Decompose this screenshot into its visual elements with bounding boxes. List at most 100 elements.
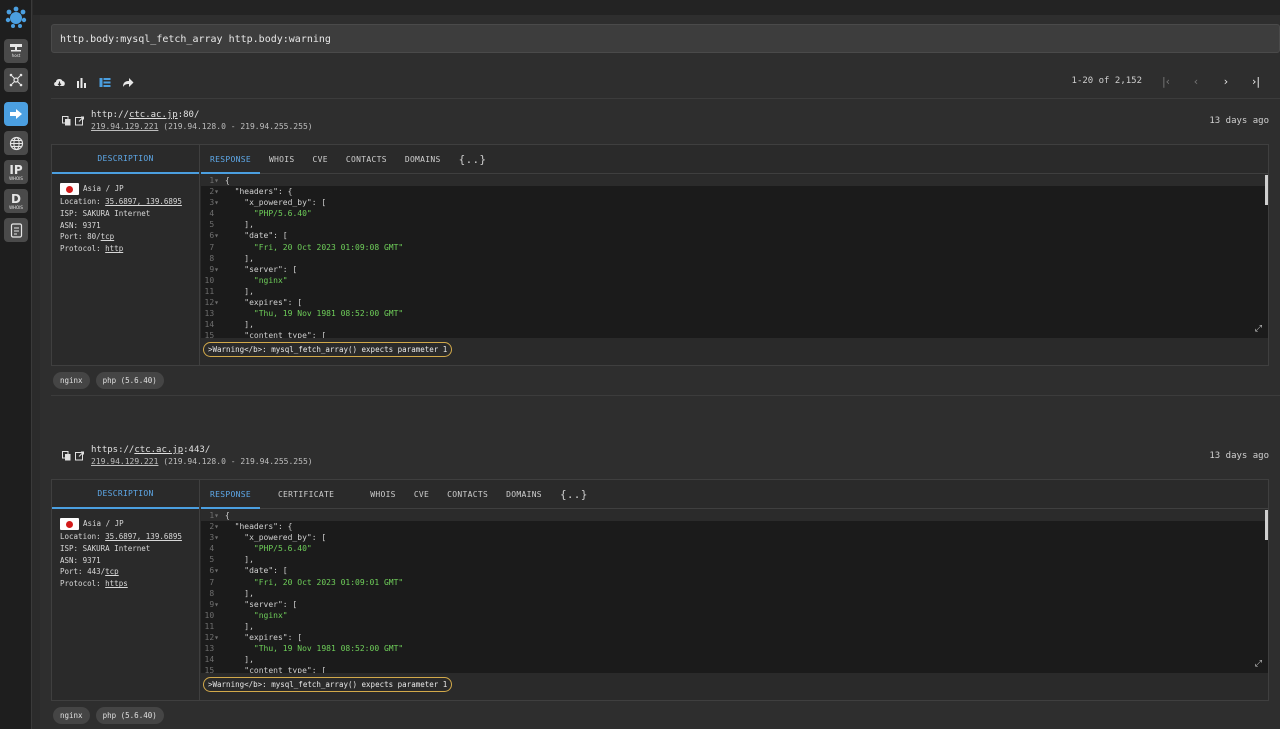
tab-domains[interactable]: DOMAINS — [497, 480, 551, 509]
line-number: 11 — [204, 621, 219, 631]
tab-raw-json[interactable]: {..} — [450, 145, 496, 174]
url-port: :443/ — [183, 445, 211, 455]
result-url[interactable]: https://ctc.ac.jp:443/ — [91, 445, 210, 455]
location-link[interactable]: 35.6897, 139.6895 — [105, 532, 182, 541]
code-line: 11 ], — [201, 286, 1268, 297]
download-cloud-icon[interactable] — [52, 75, 66, 89]
code-line: 3▾ "x_powered_by": [ — [201, 197, 1268, 208]
code-text: "expires": [ — [225, 298, 303, 308]
expand-icon[interactable]: ⤢ — [1255, 659, 1262, 670]
ip-link[interactable]: 219.94.129.221 — [91, 457, 158, 466]
list-view-icon[interactable] — [98, 75, 112, 89]
pagination: 1-20 of 2,152 |‹ ‹ › ›| — [1072, 75, 1262, 88]
code-text: "headers": { — [225, 187, 293, 197]
tab-contacts[interactable]: CONTACTS — [337, 145, 396, 174]
sidebar-item-host[interactable]: host — [4, 39, 28, 63]
location-link[interactable]: 35.6897, 139.6895 — [105, 197, 182, 206]
divider — [51, 98, 1280, 99]
copy-icon[interactable] — [62, 116, 71, 126]
code-text: ], — [225, 588, 254, 598]
code-line: 15 "content_type": [ — [201, 330, 1268, 338]
tech-chip[interactable]: php (5.6.40) — [95, 372, 164, 389]
tech-chip[interactable]: nginx — [53, 372, 90, 389]
prev-page-icon[interactable]: ‹ — [1190, 75, 1202, 88]
line-number: 14 — [204, 320, 219, 330]
code-scrollbar[interactable] — [1265, 510, 1268, 540]
tab-cve[interactable]: CVE — [304, 145, 337, 174]
sidebar-item-redirect[interactable] — [4, 102, 28, 126]
tab-whois[interactable]: WHOIS — [361, 480, 405, 509]
port-proto-link[interactable]: tcp — [105, 567, 119, 576]
description-body: Asia / JP Location: 35.6897, 139.6895 IS… — [52, 509, 199, 599]
code-text: "nginx" — [253, 610, 288, 620]
line-number: 3▾ — [209, 533, 219, 543]
results-toolbar — [52, 74, 135, 90]
code-text: "server": [ — [225, 264, 298, 274]
protocol-link[interactable]: http — [105, 244, 123, 253]
code-line: 3▾ "x_powered_by": [ — [201, 532, 1268, 543]
code-line: 13 "Thu, 19 Nov 1981 08:52:00 GMT" — [201, 308, 1268, 319]
tab-response[interactable]: RESPONSE — [201, 480, 260, 509]
code-line: 12▾ "expires": [ — [201, 297, 1268, 308]
tab-whois[interactable]: WHOIS — [260, 145, 304, 174]
search-input[interactable]: http.body:mysql_fetch_array http.body:wa… — [51, 24, 1280, 53]
result-header: https://ctc.ac.jp:443/ 219.94.129.221 (2… — [51, 437, 1269, 479]
code-text: "Fri, 20 Oct 2023 01:09:01 GMT" — [253, 577, 404, 587]
match-highlight: >Warning</b>: mysql_fetch_array() expect… — [203, 677, 453, 692]
tech-chip[interactable]: php (5.6.40) — [95, 707, 164, 724]
sidebar-item-globe[interactable] — [4, 131, 28, 155]
top-strip — [33, 0, 1280, 15]
code-line: 6▾ "date": [ — [201, 565, 1268, 576]
tab-response[interactable]: RESPONSE — [201, 145, 260, 174]
tech-chip[interactable]: nginx — [53, 707, 90, 724]
expand-icon[interactable]: ⤢ — [1255, 324, 1262, 335]
tab-contacts[interactable]: CONTACTS — [438, 480, 497, 509]
external-link-icon[interactable] — [75, 451, 84, 461]
tab-description[interactable]: DESCRIPTION — [52, 145, 199, 174]
code-text: "server": [ — [225, 599, 298, 609]
first-page-icon[interactable]: |‹ — [1160, 75, 1172, 88]
code-line: 10 "nginx" — [201, 275, 1268, 286]
code-line: 4 "PHP/5.6.40" — [201, 208, 1268, 219]
sidebar-item-report[interactable] — [4, 218, 28, 242]
url-host[interactable]: ctc.ac.jp — [134, 445, 183, 455]
code-line: 14 ], — [201, 319, 1268, 330]
external-link-icon[interactable] — [75, 116, 84, 126]
logo-icon[interactable] — [4, 6, 28, 28]
sidebar-item-network[interactable] — [4, 68, 28, 92]
port-proto-link[interactable]: tcp — [101, 232, 115, 241]
tab-certificate[interactable]: CERTIFICATE — [260, 480, 361, 509]
last-page-icon[interactable]: ›| — [1250, 75, 1262, 88]
tab-domains[interactable]: DOMAINS — [396, 145, 450, 174]
line-number: 3▾ — [209, 198, 219, 208]
ip-link[interactable]: 219.94.129.221 — [91, 122, 158, 131]
copy-icon[interactable] — [62, 451, 71, 461]
port-row: Port: 80/tcp — [60, 231, 191, 243]
code-line: 15 "content_type": [ — [201, 665, 1268, 673]
bar-chart-icon[interactable] — [75, 75, 89, 89]
line-number: 7 — [209, 577, 219, 587]
code-scrollbar[interactable] — [1265, 175, 1268, 205]
code-text: ], — [225, 555, 254, 565]
protocol-link[interactable]: https — [105, 579, 128, 588]
url-host[interactable]: ctc.ac.jp — [129, 110, 178, 120]
sidebar: host IP WHOIS D WHOIS — [0, 0, 32, 729]
line-number: 15 — [204, 331, 219, 338]
code-text: "nginx" — [253, 275, 288, 285]
tab-description[interactable]: DESCRIPTION — [52, 480, 199, 509]
next-page-icon[interactable]: › — [1220, 75, 1232, 88]
code-text: ], — [225, 320, 254, 330]
url-scheme: https:// — [91, 445, 135, 455]
tab-cve[interactable]: CVE — [405, 480, 438, 509]
line-number: 5 — [209, 555, 219, 565]
code-text: { — [225, 511, 230, 520]
line-number: 8 — [209, 253, 219, 263]
tab-raw-json[interactable]: {..} — [551, 480, 597, 509]
result-card: https://ctc.ac.jp:443/ 219.94.129.221 (2… — [51, 437, 1269, 724]
sidebar-item-ip-whois[interactable]: IP WHOIS — [4, 160, 28, 184]
share-icon[interactable] — [121, 75, 135, 89]
result-panel: DESCRIPTION Asia / JP Location: 35.6897,… — [51, 144, 1269, 366]
description-body: Asia / JP Location: 35.6897, 139.6895 IS… — [52, 174, 199, 264]
sidebar-item-domain-whois[interactable]: D WHOIS — [4, 189, 28, 213]
result-url[interactable]: http://ctc.ac.jp:80/ — [91, 110, 199, 120]
